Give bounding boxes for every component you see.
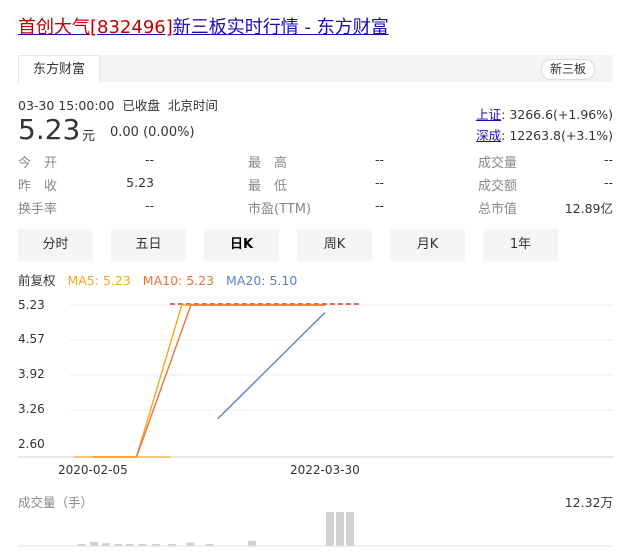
volume-title: 成交量（手）	[18, 495, 94, 510]
volume-bar	[346, 512, 354, 546]
volume-bar	[248, 540, 256, 546]
series-ma10-line	[93, 304, 325, 458]
series-ma5-line	[93, 304, 325, 458]
volume-max: 12.32万	[564, 495, 613, 510]
volume-bar	[326, 512, 334, 546]
series-ma20-line	[217, 312, 326, 420]
volume-bar	[336, 512, 344, 546]
volume-bar	[90, 541, 98, 546]
volume-bar	[186, 542, 194, 546]
price-chart	[18, 303, 613, 547]
